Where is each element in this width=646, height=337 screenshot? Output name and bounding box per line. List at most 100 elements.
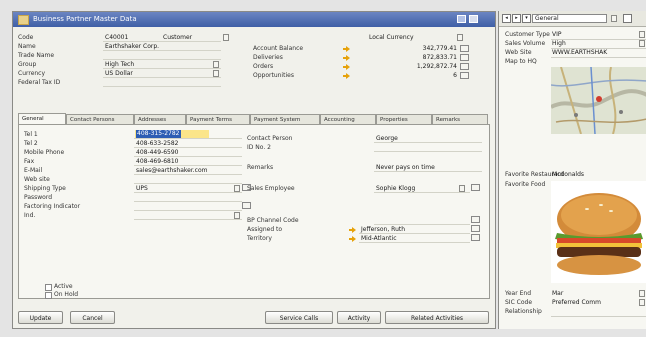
- currency-value: US Dollar: [105, 70, 133, 77]
- orders-value: 1,292,872.74: [416, 63, 457, 70]
- side-panel: ◂ ▸ ▾ General Customer Type VIP Sales Vo…: [498, 11, 646, 329]
- industry-field[interactable]: [134, 212, 242, 220]
- opportunities-link-arrow-icon[interactable]: [343, 73, 350, 79]
- tax-id-field[interactable]: [103, 79, 221, 87]
- factoring-indicator-field[interactable]: [134, 203, 242, 211]
- id-no-2-field[interactable]: [374, 144, 482, 152]
- currency-dropdown-icon[interactable]: [213, 70, 219, 77]
- opportunities-detail-icon[interactable]: [460, 72, 469, 79]
- window-title: Business Partner Master Data: [33, 15, 137, 23]
- group-label: Group: [18, 61, 37, 68]
- shipping-type-field[interactable]: [134, 185, 242, 193]
- bp-master-data-window: Business Partner Master Data Code C40001…: [12, 11, 496, 329]
- tab-payment-terms[interactable]: Payment Terms: [186, 114, 250, 124]
- territory-choose-button[interactable]: [471, 234, 480, 241]
- industry-dropdown-icon[interactable]: [234, 212, 240, 219]
- bp-channel-code-label: BP Channel Code: [247, 217, 299, 224]
- close-button[interactable]: [469, 15, 478, 23]
- tel1-value[interactable]: 408-315-2782: [136, 130, 181, 138]
- assigned-to-link-arrow-icon[interactable]: [349, 227, 356, 233]
- name-value: Earthshaker Corp.: [105, 43, 160, 50]
- contact-person-value: George: [376, 135, 398, 142]
- related-activities-button[interactable]: Related Activities: [385, 311, 489, 324]
- email-value: sales@earthshaker.com: [136, 167, 208, 174]
- activity-button[interactable]: Activity: [337, 311, 381, 324]
- on-hold-checkbox[interactable]: [45, 292, 52, 299]
- tab-strip: General Contact Persons Addresses Paymen…: [18, 113, 490, 124]
- side-panel-dropdown-icon[interactable]: [611, 15, 617, 22]
- sic-code-value: Preferred Comm: [552, 299, 601, 306]
- deliveries-detail-icon[interactable]: [460, 54, 469, 61]
- name-label: Name: [18, 43, 36, 50]
- account-balance-value: 342,779.41: [422, 45, 457, 52]
- tab-accounting[interactable]: Accounting: [320, 114, 376, 124]
- territory-link-arrow-icon[interactable]: [349, 236, 356, 242]
- sales-volume-dropdown-icon[interactable]: [639, 40, 645, 47]
- hq-map-image[interactable]: [551, 67, 646, 134]
- tab-addresses[interactable]: Addresses: [134, 114, 186, 124]
- assigned-to-choose-button[interactable]: [471, 225, 480, 232]
- tab-properties[interactable]: Properties: [376, 114, 432, 124]
- fax-label: Fax: [24, 158, 35, 165]
- factoring-indicator-label: Factoring Indicator: [24, 203, 81, 210]
- tax-id-label: Federal Tax ID: [18, 79, 61, 86]
- code-label: Code: [18, 34, 34, 41]
- bp-channel-code-field[interactable]: [374, 217, 470, 225]
- account-balance-link-arrow-icon[interactable]: [343, 46, 350, 52]
- orders-label: Orders: [253, 63, 274, 70]
- bp-type-dropdown-icon[interactable]: [223, 34, 229, 41]
- update-button[interactable]: Update: [18, 311, 63, 324]
- group-dropdown-icon[interactable]: [213, 61, 219, 68]
- account-balance-label: Account Balance: [253, 45, 304, 52]
- password-field[interactable]: [134, 194, 242, 202]
- shipping-type-dropdown-icon[interactable]: [234, 185, 240, 192]
- factoring-indicator-choose-button[interactable]: [242, 202, 251, 209]
- sic-code-label: SIC Code: [505, 299, 533, 306]
- minimize-button[interactable]: [457, 15, 466, 23]
- website-label: Web site: [24, 176, 50, 183]
- customer-type-value: VIP: [552, 31, 562, 38]
- sales-volume-value: High: [552, 40, 566, 47]
- customer-type-dropdown-icon[interactable]: [639, 31, 645, 38]
- local-currency-dropdown-icon[interactable]: [457, 34, 463, 41]
- tab-remarks[interactable]: Remarks: [432, 114, 488, 124]
- favorite-food-image[interactable]: [551, 181, 646, 283]
- side-website-value[interactable]: WWW.EARTHSHAK: [552, 49, 607, 56]
- orders-detail-icon[interactable]: [460, 63, 469, 70]
- bp-type-value[interactable]: Customer: [163, 34, 192, 41]
- deliveries-value: 872,833.71: [422, 54, 457, 61]
- website-field[interactable]: [134, 176, 242, 184]
- separator: [551, 57, 646, 58]
- territory-value: Mid-Atlantic: [361, 235, 397, 242]
- tab-general[interactable]: General: [18, 113, 66, 124]
- year-end-dropdown-icon[interactable]: [639, 290, 645, 297]
- local-currency-value[interactable]: Local Currency: [369, 34, 414, 41]
- account-balance-detail-icon[interactable]: [460, 45, 469, 52]
- contact-person-label: Contact Person: [247, 135, 293, 142]
- tab-contact-persons[interactable]: Contact Persons: [66, 114, 134, 124]
- side-panel-tool-button[interactable]: [623, 14, 632, 23]
- sic-code-dropdown-icon[interactable]: [639, 299, 645, 306]
- next-record-button[interactable]: ▸: [512, 14, 521, 23]
- deliveries-link-arrow-icon[interactable]: [343, 55, 350, 61]
- service-calls-button[interactable]: Service Calls: [265, 311, 333, 324]
- previous-record-button[interactable]: ◂: [502, 14, 511, 23]
- active-checkbox[interactable]: [45, 284, 52, 291]
- assigned-to-value: Jefferson, Ruth: [361, 226, 406, 233]
- general-tab-panel: Tel 1 408-315-2782 Tel 2 408-633-2582 Mo…: [18, 124, 490, 299]
- sales-employee-choose-button[interactable]: [471, 184, 480, 191]
- sales-employee-dropdown-icon[interactable]: [459, 185, 465, 192]
- tab-payment-system[interactable]: Payment System: [250, 114, 320, 124]
- side-panel-view-select[interactable]: General: [532, 14, 607, 23]
- cancel-button[interactable]: Cancel: [70, 311, 115, 324]
- title-bar[interactable]: Business Partner Master Data: [13, 12, 495, 27]
- active-label: Active: [54, 283, 73, 290]
- group-value: High Tech: [105, 61, 135, 68]
- mobile-value: 408-449-6590: [136, 149, 179, 156]
- record-menu-button[interactable]: ▾: [522, 14, 531, 23]
- relationship-label: Relationship: [505, 308, 542, 315]
- tel1-label: Tel 1: [24, 131, 38, 138]
- orders-link-arrow-icon[interactable]: [343, 64, 350, 70]
- trade-name-field[interactable]: [103, 52, 221, 60]
- bp-channel-code-choose-button[interactable]: [471, 216, 480, 223]
